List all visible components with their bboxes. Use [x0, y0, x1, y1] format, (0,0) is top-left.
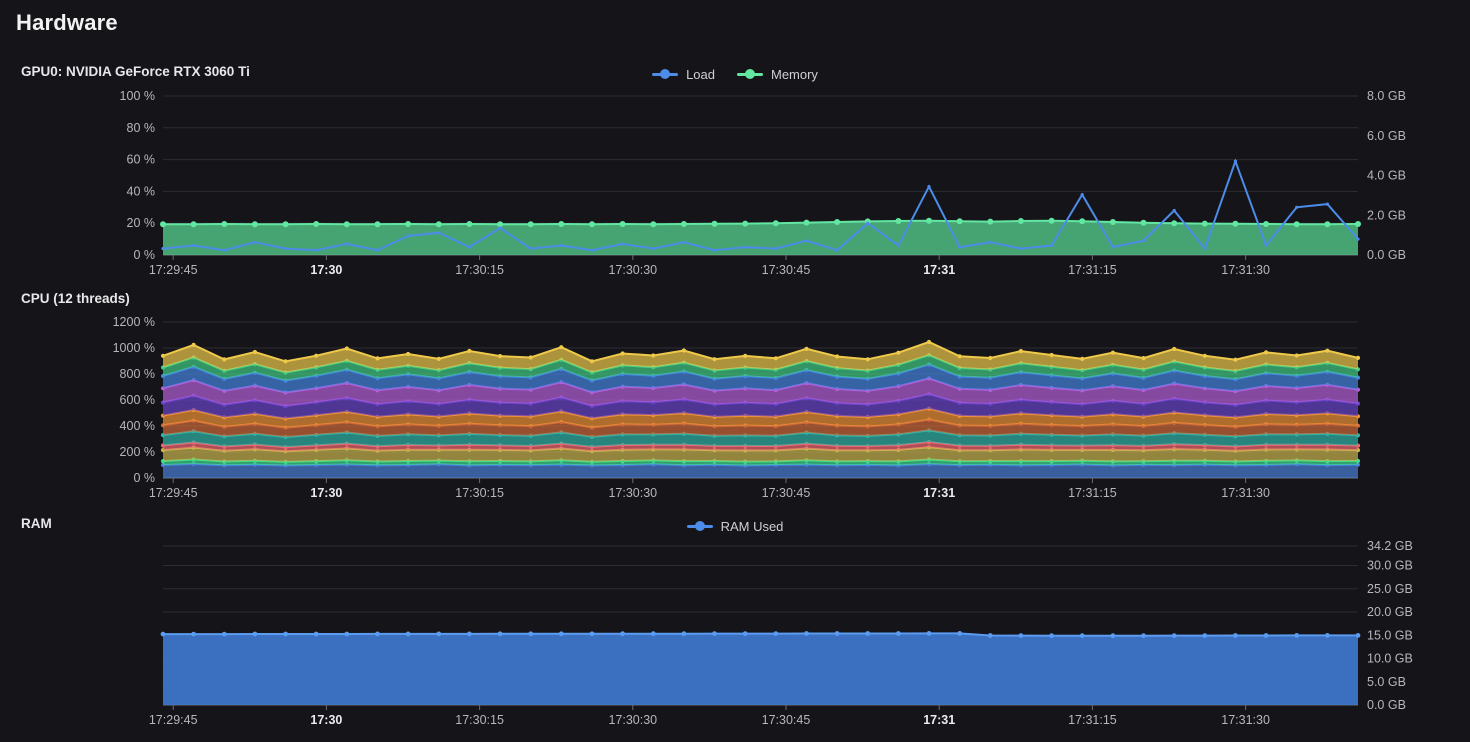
legend-marker-icon — [652, 69, 678, 79]
svg-text:17:29:45: 17:29:45 — [149, 486, 198, 500]
svg-text:25.0 GB: 25.0 GB — [1367, 582, 1413, 596]
svg-text:17:30:15: 17:30:15 — [455, 486, 504, 500]
svg-text:6.0 GB: 6.0 GB — [1367, 129, 1406, 143]
svg-text:80 %: 80 % — [127, 121, 156, 135]
svg-text:15.0 GB: 15.0 GB — [1367, 628, 1413, 642]
svg-text:17:31:30: 17:31:30 — [1221, 713, 1270, 727]
svg-text:60 %: 60 % — [127, 153, 156, 167]
svg-text:10.0 GB: 10.0 GB — [1367, 652, 1413, 666]
legend-label: Load — [686, 67, 715, 82]
svg-text:17:31:15: 17:31:15 — [1068, 486, 1117, 500]
legend-label: Memory — [771, 67, 818, 82]
gpu-chart-header: GPU0: NVIDIA GeForce RTX 3060 Ti LoadMem… — [0, 64, 1470, 86]
svg-text:30.0 GB: 30.0 GB — [1367, 559, 1413, 573]
svg-text:40 %: 40 % — [127, 184, 156, 198]
legend-item-load[interactable]: Load — [652, 67, 715, 82]
ram-legend: RAM Used — [0, 516, 1470, 536]
svg-text:0 %: 0 % — [133, 248, 155, 262]
svg-text:17:30: 17:30 — [310, 713, 342, 727]
svg-text:17:31:30: 17:31:30 — [1221, 263, 1270, 277]
svg-text:17:31: 17:31 — [923, 713, 955, 727]
svg-text:5.0 GB: 5.0 GB — [1367, 675, 1406, 689]
svg-text:0.0 GB: 0.0 GB — [1367, 248, 1406, 262]
legend-marker-icon — [687, 521, 713, 531]
legend-item-memory[interactable]: Memory — [737, 67, 818, 82]
svg-text:17:30:45: 17:30:45 — [762, 486, 811, 500]
svg-text:8.0 GB: 8.0 GB — [1367, 89, 1406, 103]
svg-text:17:30:15: 17:30:15 — [455, 713, 504, 727]
legend-marker-icon — [737, 69, 763, 79]
svg-text:17:30:30: 17:30:30 — [608, 713, 657, 727]
svg-text:17:30:30: 17:30:30 — [608, 486, 657, 500]
svg-text:800 %: 800 % — [120, 367, 155, 381]
svg-text:20.0 GB: 20.0 GB — [1367, 605, 1413, 619]
cpu-section-title: CPU (12 threads) — [21, 291, 130, 306]
gpu-load-memory-chart[interactable]: 17:29:45 17:30 17:30:15 17:30:30 17:30:45 17:… — [0, 88, 1470, 284]
svg-text:17:30: 17:30 — [310, 263, 342, 277]
page-title: Hardware — [16, 10, 118, 36]
svg-text:1200 %: 1200 % — [113, 315, 155, 329]
gpu-legend: Load Memory — [0, 64, 1470, 84]
svg-text:17:31:30: 17:31:30 — [1221, 486, 1270, 500]
svg-text:400 %: 400 % — [120, 419, 155, 433]
svg-text:17:31: 17:31 — [923, 263, 955, 277]
svg-text:17:30:30: 17:30:30 — [608, 263, 657, 277]
svg-text:20 %: 20 % — [127, 216, 156, 230]
svg-text:17:31: 17:31 — [923, 486, 955, 500]
svg-text:17:29:45: 17:29:45 — [149, 713, 198, 727]
svg-text:0 %: 0 % — [133, 471, 155, 485]
svg-text:17:30:45: 17:30:45 — [762, 263, 811, 277]
hardware-dashboard: Hardware GPU0: NVIDIA GeForce RTX 3060 T… — [0, 0, 1470, 742]
svg-text:2.0 GB: 2.0 GB — [1367, 208, 1406, 222]
svg-text:34.2 GB: 34.2 GB — [1367, 539, 1413, 553]
ram-chart-header: RAM RAM Used — [0, 516, 1470, 538]
svg-text:0.0 GB: 0.0 GB — [1367, 698, 1406, 712]
svg-text:17:29:45: 17:29:45 — [149, 263, 198, 277]
svg-text:17:30: 17:30 — [310, 486, 342, 500]
svg-text:17:30:15: 17:30:15 — [455, 263, 504, 277]
svg-text:17:31:15: 17:31:15 — [1068, 713, 1117, 727]
legend-item-ram-used[interactable]: RAM Used — [687, 519, 784, 534]
svg-text:17:31:15: 17:31:15 — [1068, 263, 1117, 277]
svg-text:4.0 GB: 4.0 GB — [1367, 169, 1406, 183]
legend-label: RAM Used — [721, 519, 784, 534]
cpu-chart-header: CPU (12 threads) — [0, 291, 1470, 313]
svg-text:17:30:45: 17:30:45 — [762, 713, 811, 727]
svg-text:600 %: 600 % — [120, 393, 155, 407]
svg-text:100 %: 100 % — [120, 89, 155, 103]
cpu-threads-stacked-chart[interactable]: 17:29:45 17:30 17:30:15 17:30:30 17:30:45 17:… — [0, 312, 1470, 508]
svg-text:200 %: 200 % — [120, 445, 155, 459]
svg-text:1000 %: 1000 % — [113, 341, 155, 355]
ram-used-chart[interactable]: 17:29:45 17:30 17:30:15 17:30:30 17:30:45 17:… — [0, 536, 1470, 736]
